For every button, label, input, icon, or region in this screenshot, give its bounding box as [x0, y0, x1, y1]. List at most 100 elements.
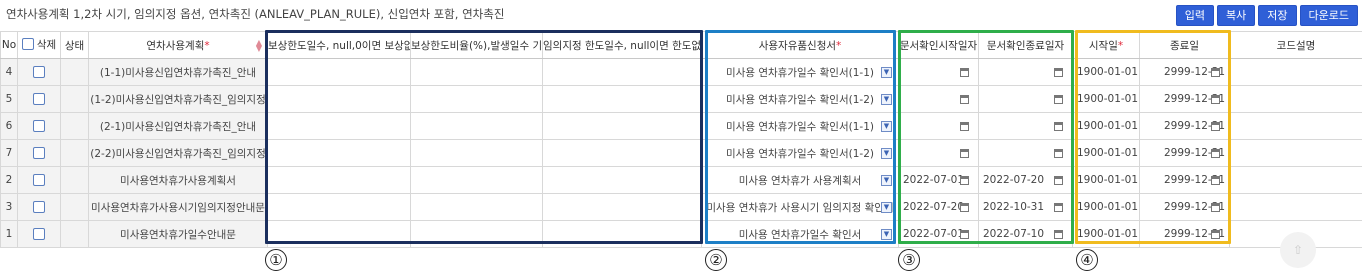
calendar-icon[interactable]	[1211, 95, 1220, 104]
end-date-field[interactable]: 2999-12-31	[1139, 220, 1230, 248]
table-row[interactable]: 3 미사용연차휴가사용시기임의지정안내문 미사용 연차휴가 사용시기 임의지정 …	[0, 193, 1362, 221]
assign-days-cell[interactable]	[542, 193, 702, 221]
request-form-select[interactable]: 미사용 연차휴가일수 확인서(1-1) ▼	[701, 112, 899, 140]
calendar-icon[interactable]	[960, 203, 969, 212]
end-date-field[interactable]: 2999-12-31	[1139, 58, 1230, 86]
row-delete-checkbox[interactable]	[33, 228, 45, 240]
download-button[interactable]: 다운로드	[1299, 5, 1358, 26]
comp-ratio-cell[interactable]	[410, 193, 543, 221]
calendar-icon[interactable]	[1211, 203, 1220, 212]
chevron-down-icon[interactable]: ▼	[881, 229, 892, 240]
row-delete-checkbox[interactable]	[33, 201, 45, 213]
calendar-icon[interactable]	[1054, 149, 1063, 158]
col-header-code-desc[interactable]: 코드설명	[1229, 31, 1362, 59]
calendar-icon[interactable]	[1054, 122, 1063, 131]
calendar-icon[interactable]	[1211, 122, 1220, 131]
doc-end-date-field[interactable]: 2022-07-20	[978, 166, 1073, 194]
doc-end-date-field[interactable]	[978, 112, 1073, 140]
plan-cell[interactable]: 미사용연차휴가사용계획서	[88, 166, 268, 194]
chevron-down-icon[interactable]: ▼	[881, 67, 892, 78]
comp-days-cell[interactable]	[267, 85, 411, 113]
copy-button[interactable]: 복사	[1217, 5, 1256, 26]
start-date-field[interactable]: 1900-01-01	[1072, 220, 1140, 248]
col-header-request-form[interactable]: 사용자유품신청서*	[701, 31, 899, 59]
table-row[interactable]: 7 (2-2)미사용신입연차휴가촉진_임의지정 미사용 연차휴가일수 확인서(1…	[0, 139, 1362, 167]
row-delete-checkbox[interactable]	[33, 66, 45, 78]
doc-start-date-field[interactable]: 2022-07-01	[898, 166, 979, 194]
calendar-icon[interactable]	[1054, 230, 1063, 239]
calendar-icon[interactable]	[960, 95, 969, 104]
doc-start-date-field[interactable]: 2022-07-20	[898, 193, 979, 221]
col-header-start-date[interactable]: 시작일*	[1072, 31, 1140, 59]
row-delete-checkbox[interactable]	[33, 147, 45, 159]
assign-days-cell[interactable]	[542, 139, 702, 167]
doc-end-date-field[interactable]: 2022-10-31	[978, 193, 1073, 221]
request-form-select[interactable]: 미사용 연차휴가일수 확인서(1-2) ▼	[701, 85, 899, 113]
col-header-delete[interactable]: 삭제	[17, 31, 61, 59]
end-date-field[interactable]: 2999-12-31	[1139, 193, 1230, 221]
start-date-field[interactable]: 1900-01-01	[1072, 58, 1140, 86]
plan-cell[interactable]: (2-1)미사용신입연차휴가촉진_안내	[88, 112, 268, 140]
input-button[interactable]: 입력	[1175, 5, 1215, 26]
doc-end-date-field[interactable]	[978, 139, 1073, 167]
chevron-down-icon[interactable]: ▼	[881, 121, 892, 132]
comp-days-cell[interactable]	[267, 193, 411, 221]
request-form-select[interactable]: 미사용 연차휴가일수 확인서 ▼	[701, 220, 899, 248]
calendar-icon[interactable]	[1211, 176, 1220, 185]
table-row[interactable]: 5 (1-2)미사용신입연차휴가촉진_임의지정 미사용 연차휴가일수 확인서(1…	[0, 85, 1362, 113]
calendar-icon[interactable]	[1054, 68, 1063, 77]
chevron-down-icon[interactable]: ▼	[881, 148, 892, 159]
calendar-icon[interactable]	[1054, 176, 1063, 185]
scroll-top-icon[interactable]: ⇧	[1280, 232, 1316, 268]
request-form-select[interactable]: 미사용 연차휴가일수 확인서(1-2) ▼	[701, 139, 899, 167]
col-header-comp-ratio[interactable]: 보상한도비율(%),발생일수 기준	[410, 31, 543, 59]
request-form-select[interactable]: 미사용 연차휴가 사용계획서 ▼	[701, 166, 899, 194]
end-date-field[interactable]: 2999-12-31	[1139, 139, 1230, 167]
end-date-field[interactable]: 2999-12-31	[1139, 166, 1230, 194]
plan-cell[interactable]: (1-2)미사용신입연차휴가촉진_임의지정	[88, 85, 268, 113]
code-desc-cell[interactable]	[1229, 139, 1362, 167]
assign-days-cell[interactable]	[542, 166, 702, 194]
col-header-doc-start[interactable]: 문서확인시작일자	[898, 31, 979, 59]
end-date-field[interactable]: 2999-12-31	[1139, 112, 1230, 140]
comp-days-cell[interactable]	[267, 166, 411, 194]
comp-days-cell[interactable]	[267, 220, 411, 248]
doc-start-date-field[interactable]	[898, 85, 979, 113]
select-all-checkbox[interactable]	[21, 38, 34, 51]
table-row[interactable]: 6 (2-1)미사용신입연차휴가촉진_안내 미사용 연차휴가일수 확인서(1-1…	[0, 112, 1362, 140]
calendar-icon[interactable]	[960, 230, 969, 239]
code-desc-cell[interactable]	[1229, 193, 1362, 221]
comp-ratio-cell[interactable]	[410, 85, 543, 113]
comp-days-cell[interactable]	[267, 58, 411, 86]
row-delete-checkbox[interactable]	[33, 93, 45, 105]
comp-days-cell[interactable]	[267, 139, 411, 167]
request-form-select[interactable]: 미사용 연차휴가 사용시기 임의지정 확인서 ▼	[701, 193, 899, 221]
code-desc-cell[interactable]	[1229, 166, 1362, 194]
col-header-state[interactable]: 상태	[60, 31, 89, 59]
col-header-comp-days[interactable]: 보상한도일수, null,0이면 보상없음	[267, 31, 411, 59]
start-date-field[interactable]: 1900-01-01	[1072, 112, 1140, 140]
save-button[interactable]: 저장	[1258, 5, 1297, 26]
start-date-field[interactable]: 1900-01-01	[1072, 166, 1140, 194]
calendar-icon[interactable]	[960, 176, 969, 185]
start-date-field[interactable]: 1900-01-01	[1072, 139, 1140, 167]
code-desc-cell[interactable]	[1229, 58, 1362, 86]
table-row[interactable]: 2 미사용연차휴가사용계획서 미사용 연차휴가 사용계획서 ▼ 2022-07-…	[0, 166, 1362, 194]
col-header-doc-end[interactable]: 문서확인종료일자	[978, 31, 1073, 59]
doc-end-date-field[interactable]	[978, 58, 1073, 86]
code-desc-cell[interactable]	[1229, 112, 1362, 140]
row-delete-checkbox[interactable]	[33, 120, 45, 132]
assign-days-cell[interactable]	[542, 85, 702, 113]
comp-ratio-cell[interactable]	[410, 139, 543, 167]
assign-days-cell[interactable]	[542, 220, 702, 248]
code-desc-cell[interactable]	[1229, 85, 1362, 113]
comp-ratio-cell[interactable]	[410, 112, 543, 140]
calendar-icon[interactable]	[960, 149, 969, 158]
plan-cell[interactable]: (1-1)미사용신입연차휴가촉진_안내	[88, 58, 268, 86]
table-row[interactable]: 1 미사용연차휴가일수안내문 미사용 연차휴가일수 확인서 ▼ 2022-07-…	[0, 220, 1362, 248]
doc-start-date-field[interactable]	[898, 139, 979, 167]
calendar-icon[interactable]	[1211, 230, 1220, 239]
comp-ratio-cell[interactable]	[410, 166, 543, 194]
chevron-down-icon[interactable]: ▼	[881, 202, 892, 213]
sort-icon[interactable]: ▲ ▼	[256, 39, 262, 53]
